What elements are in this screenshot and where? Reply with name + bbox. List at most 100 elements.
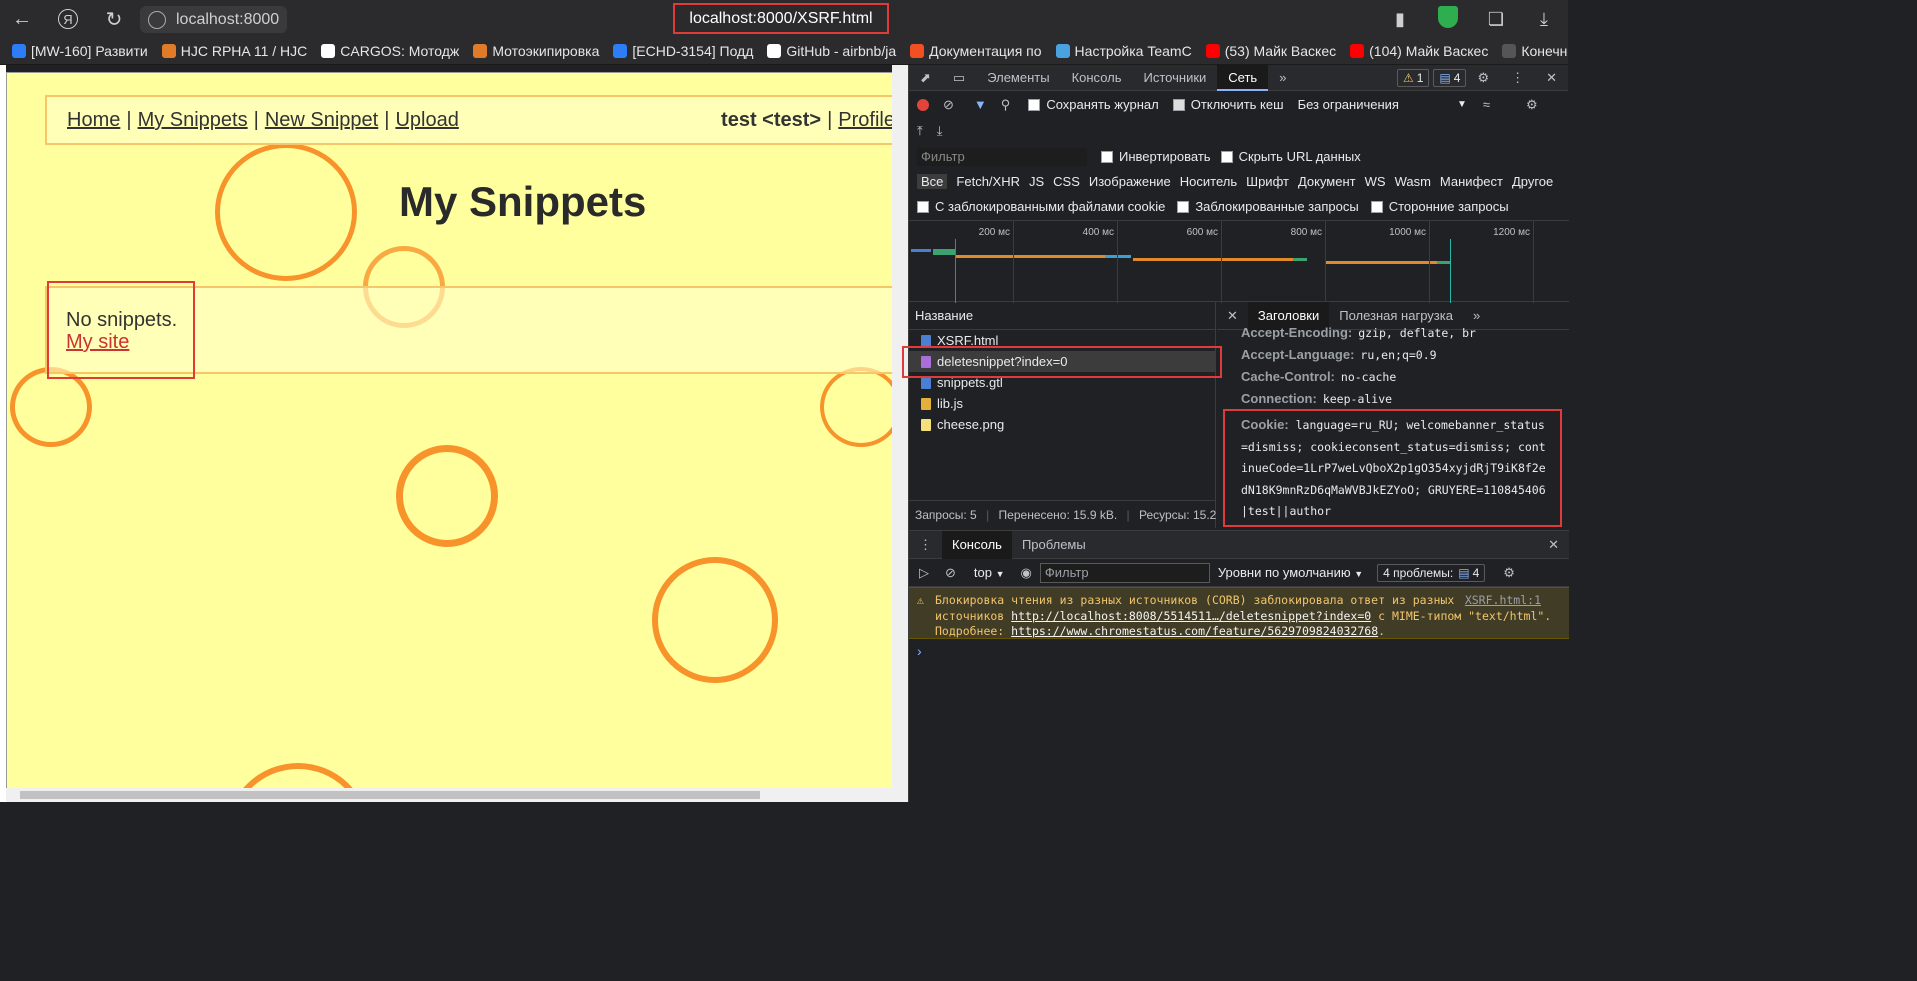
drawer-tab-issues[interactable]: Проблемы [1012,531,1096,559]
bookmark-item[interactable]: (104) Майк Васкес [1350,43,1488,59]
network-filter-input[interactable]: Фильтр [917,147,1087,166]
bookmark-item[interactable]: Конечное [1502,43,1568,59]
console-filter-input[interactable]: Фильтр [1039,562,1210,583]
name-column-header[interactable]: Название [909,302,1215,330]
blocked-url-link[interactable]: http://localhost:8008/5514511…/deletesni… [1011,609,1371,623]
type-filter-3[interactable]: CSS [1053,174,1080,189]
issues-button[interactable]: 4 проблемы: ▤ 4 [1377,563,1486,582]
type-filter-7[interactable]: Документ [1298,174,1356,189]
close-drawer-icon[interactable]: ✕ [1538,531,1569,559]
tab-network[interactable]: Сеть [1217,64,1269,91]
type-filter-8[interactable]: WS [1365,174,1386,189]
import-icon[interactable]: ⤒ [917,123,923,139]
third-party-checkbox[interactable] [1370,200,1383,213]
scroll-thumb[interactable] [20,791,760,799]
network-settings-icon[interactable]: ⚙ [1526,97,1538,113]
tab-sources[interactable]: Источники [1133,65,1218,91]
warning-text: Подробнее: [935,624,1012,638]
type-filter-1[interactable]: Fetch/XHR [956,174,1020,189]
type-filter-0[interactable]: Все [917,174,948,189]
blocked-cookies-checkbox[interactable] [917,200,929,213]
type-filter-2[interactable]: JS [1029,174,1044,189]
type-filter-10[interactable]: Манифест [1440,174,1503,189]
bookmark-item[interactable]: [ECHD-3154] Подд [613,43,753,59]
site-chip[interactable]: localhost:8000 [140,6,288,33]
throttle-select[interactable]: Без ограничения [1298,97,1399,112]
more-tabs-icon[interactable]: » [1268,65,1297,91]
invert-checkbox[interactable] [1101,150,1113,163]
filter-funnel-icon[interactable]: ▼ [974,97,987,112]
chromestatus-link[interactable]: https://www.chromestatus.com/feature/562… [1011,624,1378,638]
reload-icon[interactable]: ↻ [96,1,132,37]
console-settings-icon[interactable]: ⚙ [1503,565,1515,581]
bookmark-item[interactable]: Документация по [910,43,1042,59]
nav-new-snippet-link[interactable]: New Snippet [265,109,378,131]
address-bar[interactable]: localhost:8000/XSRF.html [673,3,889,34]
cheese-hole [820,367,892,447]
timeline-tick: 1200 мс [1493,221,1534,303]
warning-badge[interactable]: ⚠ 1 [1396,68,1430,87]
bookmark-item[interactable]: (53) Майк Васкес [1205,43,1336,59]
tab-console[interactable]: Консоль [1061,65,1133,91]
download-icon[interactable]: ⤓ [1520,9,1568,30]
warning-source-link[interactable]: XSRF.html:1 [1465,593,1541,609]
page-horizontal-scrollbar[interactable] [6,788,892,802]
type-filter-9[interactable]: Wasm [1395,174,1431,189]
kebab-menu-icon[interactable]: ⋮ [1500,65,1535,91]
preserve-log-checkbox[interactable] [1028,98,1041,111]
type-filter-5[interactable]: Носитель [1180,174,1237,189]
type-filter-6[interactable]: Шрифт [1246,174,1289,189]
clear-icon[interactable]: ⊘ [943,97,954,113]
wifi-icon[interactable]: ≈ [1483,97,1490,112]
drawer-menu-icon[interactable]: ⋮ [909,531,942,559]
clear-console-icon[interactable]: ⊘ [945,565,956,581]
warning-icon: ⚠ [1402,70,1414,85]
extensions-icon[interactable]: ❏ [1472,9,1520,30]
tab-elements[interactable]: Элементы [976,65,1060,91]
disable-cache-checkbox[interactable] [1172,98,1185,111]
bookmark-item[interactable]: GitHub - airbnb/ja [767,43,896,59]
bookmark-item[interactable]: Настройка TeamC [1055,43,1192,59]
context-select[interactable]: top ▼ [974,565,1005,580]
network-timeline[interactable]: 200 мс 400 мс 600 мс 800 мс 1000 мс 1200 мс [909,220,1569,303]
yandex-logo-icon[interactable]: Я [50,1,86,37]
header-key: Accept-Language: [1241,347,1355,362]
nav-home-link[interactable]: Home [67,109,120,131]
settings-gear-icon[interactable]: ⚙ [1466,65,1500,91]
bookmark-item[interactable]: CARGOS: Мотодж [321,43,459,59]
protect-shield-icon[interactable] [1424,5,1472,33]
device-toggle-icon[interactable]: ▭ [942,65,976,91]
back-icon[interactable]: ← [4,1,40,37]
close-devtools-icon[interactable]: ✕ [1535,65,1568,91]
bookmark-item[interactable]: HJC RPHA 11 / HJC [161,43,307,59]
log-levels-select[interactable]: Уровни по умолчанию ▼ [1218,565,1363,580]
live-expression-eye-icon[interactable]: ◉ [1021,565,1032,581]
network-toolbar: ⊘ ▼ ⚲ Сохранять журнал Отключить кеш Без… [909,91,1568,118]
export-icon[interactable]: ⤓ [937,123,943,139]
bookmark-item[interactable]: [MW-160] Развити [12,43,148,59]
hide-data-urls-checkbox[interactable] [1220,150,1233,163]
bookmark-icon[interactable]: ▮ [1376,9,1424,30]
record-icon[interactable] [917,98,929,111]
my-site-link[interactable]: My site [66,331,129,353]
type-filter-11[interactable]: Другое [1512,174,1553,189]
search-icon[interactable]: ⚲ [1001,97,1011,113]
bookmark-item[interactable]: Мотоэкипировка [473,43,599,59]
highlight-box [902,346,1222,378]
timeline-bar [911,249,931,252]
type-filter-4[interactable]: Изображение [1089,174,1171,189]
page-vertical-scrollbar[interactable] [892,65,908,802]
timeline-tick-label: 1200 мс [1493,227,1530,238]
profile-link[interactable]: Profile [838,109,892,131]
nav-my-snippets-link[interactable]: My Snippets [138,109,248,131]
request-row[interactable]: lib.js [909,393,1215,414]
inspect-icon[interactable]: ⬈ [909,65,942,91]
message-badge[interactable]: ▤ 4 [1433,68,1467,87]
sidebar-toggle-icon[interactable]: ▷ [919,565,929,581]
request-row[interactable]: cheese.png [909,414,1215,435]
chevron-down-icon[interactable]: ▼ [1457,99,1467,110]
nav-upload-link[interactable]: Upload [395,109,458,131]
console-prompt[interactable]: › [909,639,1569,663]
blocked-requests-checkbox[interactable] [1177,200,1190,213]
drawer-tab-console[interactable]: Консоль [942,530,1012,559]
